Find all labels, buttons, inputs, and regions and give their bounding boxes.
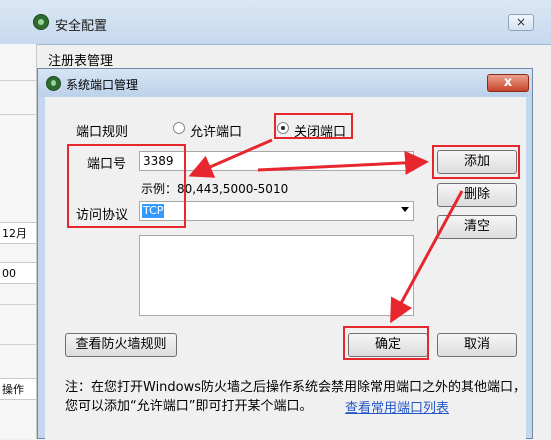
dialog-titlebar[interactable]: 系统端口管理 x bbox=[38, 69, 532, 97]
left-date-field[interactable]: 12月 bbox=[0, 222, 36, 244]
port-rule-label: 端口规则 bbox=[76, 125, 129, 140]
divider bbox=[0, 344, 36, 345]
app-icon bbox=[33, 14, 49, 30]
cancel-button[interactable]: 取消 bbox=[437, 333, 517, 357]
divider bbox=[0, 80, 36, 81]
common-ports-link[interactable]: 查看常用端口列表 bbox=[345, 397, 449, 416]
radio-allow-port[interactable] bbox=[173, 122, 185, 134]
chevron-down-icon[interactable] bbox=[401, 207, 409, 212]
view-firewall-rules-button[interactable]: 查看防火墙规则 bbox=[65, 333, 177, 357]
divider bbox=[0, 304, 36, 305]
highlight-ok-button bbox=[343, 326, 429, 360]
registry-menu-label: 注册表管理 bbox=[48, 54, 114, 69]
dialog-close-button[interactable]: x bbox=[487, 74, 529, 92]
firewall-note-line-1: 注：在您打开Windows防火墙之后操作系统会禁用除常用端口之外的其他端口， bbox=[65, 380, 527, 395]
port-rules-list[interactable] bbox=[139, 235, 414, 316]
outer-window-title: 安全配置 bbox=[55, 19, 108, 34]
clear-button[interactable]: 清空 bbox=[437, 215, 517, 239]
app-icon bbox=[46, 76, 61, 91]
outer-window-titlebar: 安全配置 × bbox=[0, 0, 551, 45]
highlight-close-port bbox=[274, 113, 353, 139]
delete-button[interactable]: 删除 bbox=[437, 183, 517, 207]
left-panel-strip: 12月 00 操作 bbox=[0, 44, 37, 439]
left-value-field[interactable]: 00 bbox=[0, 262, 36, 284]
firewall-note-line-2: 您可以添加“允许端口”即可打开某个端口。 bbox=[65, 399, 313, 414]
outer-close-button[interactable]: × bbox=[508, 14, 534, 31]
dialog-title: 系统端口管理 bbox=[66, 78, 139, 92]
radio-allow-port-label[interactable]: 允许端口 bbox=[190, 121, 242, 140]
highlight-add-button bbox=[432, 145, 520, 179]
left-operation-button[interactable]: 操作 bbox=[0, 378, 36, 400]
divider bbox=[0, 114, 36, 115]
highlight-port-protocol-labels bbox=[67, 144, 186, 228]
